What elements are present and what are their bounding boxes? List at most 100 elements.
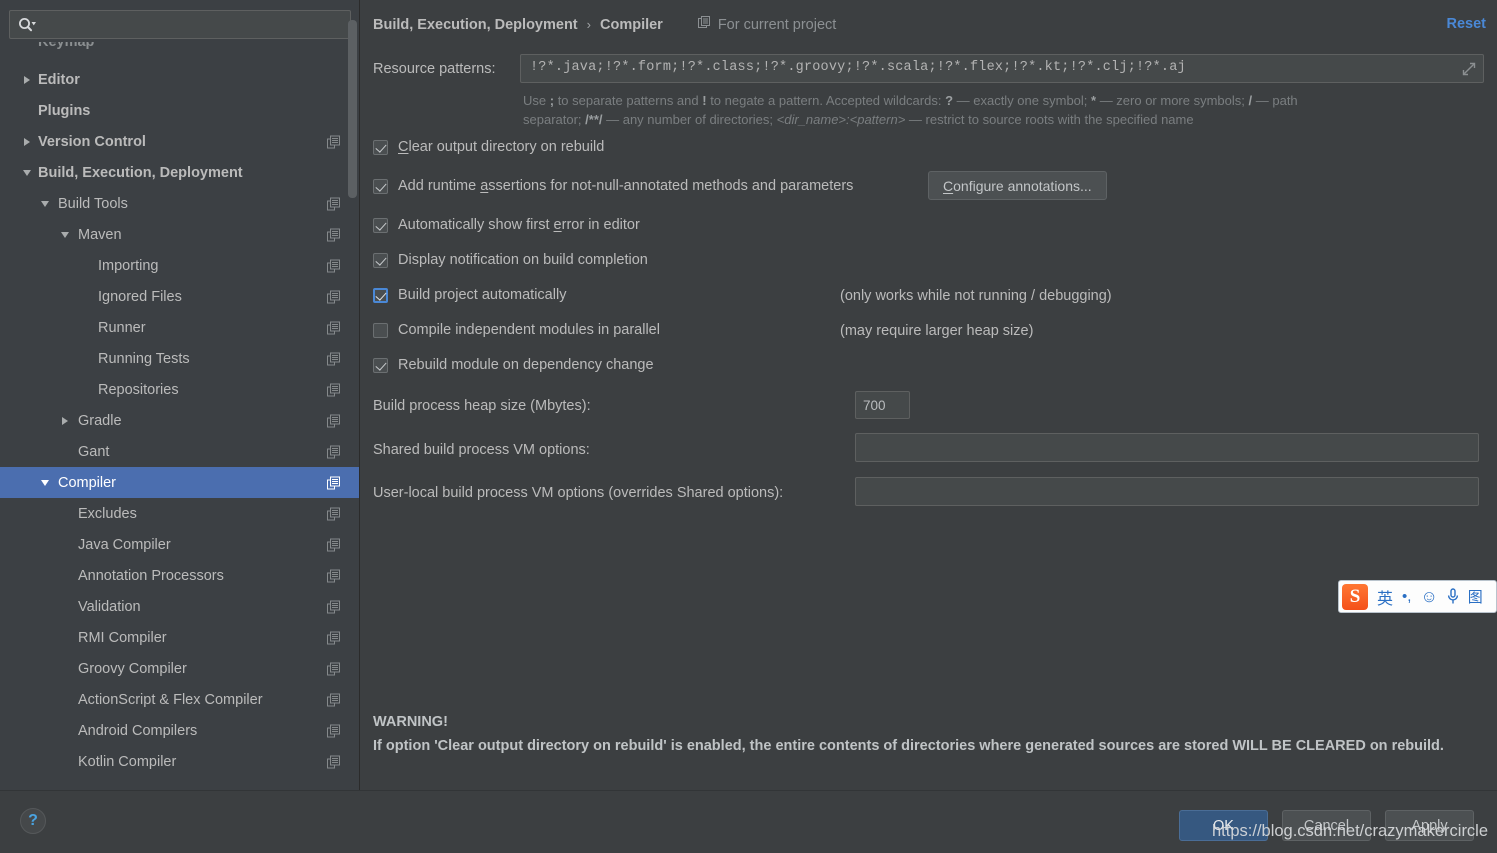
settings-content-panel: Build, Execution, Deployment › Compiler … (360, 0, 1497, 790)
warning-title: WARNING! (373, 714, 448, 730)
dialog-bottom-bar (0, 790, 1497, 853)
sidebar-item-runner[interactable]: Runner (0, 312, 359, 343)
sidebar-item-running-tests[interactable]: Running Tests (0, 343, 359, 374)
option-mnemonic: e (553, 217, 562, 233)
resource-patterns-value: !?*.java;!?*.form;!?*.class;!?*.groovy;!… (530, 60, 1186, 75)
sidebar-item-repositories[interactable]: Repositories (0, 374, 359, 405)
sidebar-item-excludes[interactable]: Excludes (0, 498, 359, 529)
configure-annotations-button[interactable]: Configure annotations... (928, 171, 1107, 200)
checkbox-compile-independent-modules-in-parallel[interactable] (373, 322, 388, 338)
project-scope-indicator: For current project (697, 16, 836, 33)
sidebar-item-validation[interactable]: Validation (0, 591, 359, 622)
option-row-display-notification-on-build-completion[interactable]: Display notification on build completion (373, 252, 648, 268)
sidebar-item-android-compilers[interactable]: Android Compilers (0, 715, 359, 746)
project-settings-icon (327, 290, 340, 303)
ime-language-mode[interactable]: 英 (1377, 585, 1393, 609)
sidebar-item-label: Repositories (98, 381, 179, 398)
breadcrumb-parent[interactable]: Build, Execution, Deployment (373, 17, 578, 33)
chevron-right-icon[interactable] (20, 135, 34, 149)
search-box[interactable] (9, 10, 351, 39)
option-label-part: Add runtime (398, 178, 481, 194)
project-settings-icon (327, 507, 340, 520)
expand-icon[interactable] (1462, 62, 1476, 76)
sogou-logo-icon[interactable]: S (1342, 583, 1368, 610)
apply-button[interactable]: Apply (1385, 810, 1474, 841)
sidebar-item-label: Groovy Compiler (78, 660, 187, 677)
sidebar-item-label: Compiler (58, 474, 117, 491)
settings-tree[interactable]: Keymap Editor Plugins Version Control Build,… (0, 42, 359, 790)
help-button[interactable]: ? (20, 808, 46, 834)
option-row-build-project-automatically[interactable]: Build project automatically (373, 287, 566, 303)
sidebar-item-groovy-compiler[interactable]: Groovy Compiler (0, 653, 359, 684)
configure-annotations-mnemonic: C (943, 177, 954, 194)
search-input[interactable] (40, 11, 346, 38)
chevron-down-icon[interactable] (38, 476, 52, 490)
option-row-compile-independent-modules-in-parallel[interactable]: Compile independent modules in parallel (373, 322, 660, 338)
sidebar-item-label: Gant (78, 443, 110, 460)
breadcrumb-current: Compiler (599, 16, 663, 33)
option-row-rebuild-module-on-dependency-change[interactable]: Rebuild module on dependency change (373, 357, 654, 373)
sidebar-item-label: Importing (98, 257, 159, 274)
option-row-automatically-show-first-error[interactable]: Automatically show first error in editor (373, 217, 640, 233)
sidebar-item-label: Build, Execution, Deployment (38, 164, 243, 181)
sidebar-item-compiler[interactable]: Compiler (0, 467, 359, 498)
reset-link[interactable]: Reset (1447, 16, 1487, 32)
sidebar-item-label: ActionScript & Flex Compiler (78, 691, 263, 708)
option-label-display-notification-on-build-completion: Display notification on build completion (398, 252, 648, 268)
sidebar-scrollbar[interactable] (348, 20, 357, 198)
ok-button[interactable]: OK (1179, 810, 1268, 841)
shared-vm-options-input[interactable] (855, 433, 1479, 462)
sidebar-item-ignored-files[interactable]: Ignored Files (0, 281, 359, 312)
sidebar-item-maven[interactable]: Maven (0, 219, 359, 250)
chevron-right-icon[interactable] (58, 414, 72, 428)
sidebar-item-label: Keymap (38, 42, 95, 50)
option-label-part: Display notification on build completion (398, 252, 648, 268)
sidebar-item-build-tools[interactable]: Build Tools (0, 188, 359, 219)
chevron-down-icon[interactable] (38, 197, 52, 211)
heap-size-input[interactable]: 700 (855, 391, 910, 419)
sidebar-item-rmi-compiler[interactable]: RMI Compiler (0, 622, 359, 653)
option-row-clear-output-directory-on-rebuild[interactable]: Clear output directory on rebuild (373, 139, 604, 155)
sidebar-item-version-control[interactable]: Version Control (0, 126, 359, 157)
user-local-vm-options-input[interactable] (855, 477, 1479, 506)
sidebar-item-gant[interactable]: Gant (0, 436, 359, 467)
ime-punctuation-icon[interactable]: •, (1402, 588, 1411, 605)
checkbox-display-notification-on-build-completion[interactable] (373, 252, 388, 268)
sidebar-item-importing[interactable]: Importing (0, 250, 359, 281)
ime-floating-toolbar[interactable]: S 英 •, ☺ 图 (1338, 580, 1497, 613)
option-row-add-runtime-assertions[interactable]: Add runtime assertions for not-null-anno… (373, 178, 853, 194)
sidebar-item-gradle[interactable]: Gradle (0, 405, 359, 436)
resource-patterns-field[interactable]: !?*.java;!?*.form;!?*.class;!?*.groovy;!… (520, 54, 1484, 83)
configure-annotations-label: onfigure annotations... (953, 177, 1092, 194)
sidebar-item-label: Version Control (38, 133, 146, 150)
option-label-part: Compile independent modules in parallel (398, 322, 660, 338)
ime-keyboard-icon[interactable]: 图 (1468, 586, 1483, 607)
chevron-down-icon[interactable] (58, 228, 72, 242)
sidebar-item-label: Android Compilers (78, 722, 198, 739)
cancel-button[interactable]: Cancel (1282, 810, 1371, 841)
checkbox-build-project-automatically[interactable] (373, 287, 388, 303)
user-local-vm-options-label: User-local build process VM options (ove… (373, 485, 784, 501)
option-label-clear-output-directory-on-rebuild: Clear output directory on rebuild (398, 139, 604, 155)
ime-microphone-icon[interactable] (1447, 588, 1459, 605)
sidebar-item-kotlin-compiler[interactable]: Kotlin Compiler (0, 746, 359, 777)
ime-emoji-icon[interactable]: ☺ (1420, 587, 1437, 607)
sidebar-item-java-compiler[interactable]: Java Compiler (0, 529, 359, 560)
project-settings-icon (327, 755, 340, 768)
sidebar-item-editor[interactable]: Editor (0, 64, 359, 95)
project-settings-icon (327, 352, 340, 365)
checkbox-clear-output-directory-on-rebuild[interactable] (373, 139, 388, 155)
sidebar-item-build-execution-deployment[interactable]: Build, Execution, Deployment (0, 157, 359, 188)
checkbox-automatically-show-first-error[interactable] (373, 217, 388, 233)
checkbox-rebuild-module-on-dependency-change[interactable] (373, 357, 388, 373)
warning-body: If option 'Clear output directory on reb… (373, 738, 1444, 754)
sidebar-item-keymap[interactable]: Keymap (0, 42, 359, 64)
settings-sidebar: Keymap Editor Plugins Version Control Build,… (0, 0, 360, 790)
warning-message: WARNING! If option 'Clear output directo… (373, 710, 1483, 758)
chevron-right-icon[interactable] (20, 73, 34, 87)
chevron-down-icon[interactable] (20, 166, 34, 180)
sidebar-item-plugins[interactable]: Plugins (0, 95, 359, 126)
sidebar-item-annotation-processors[interactable]: Annotation Processors (0, 560, 359, 591)
checkbox-add-runtime-assertions[interactable] (373, 178, 388, 194)
sidebar-item-actionscript-flex-compiler[interactable]: ActionScript & Flex Compiler (0, 684, 359, 715)
